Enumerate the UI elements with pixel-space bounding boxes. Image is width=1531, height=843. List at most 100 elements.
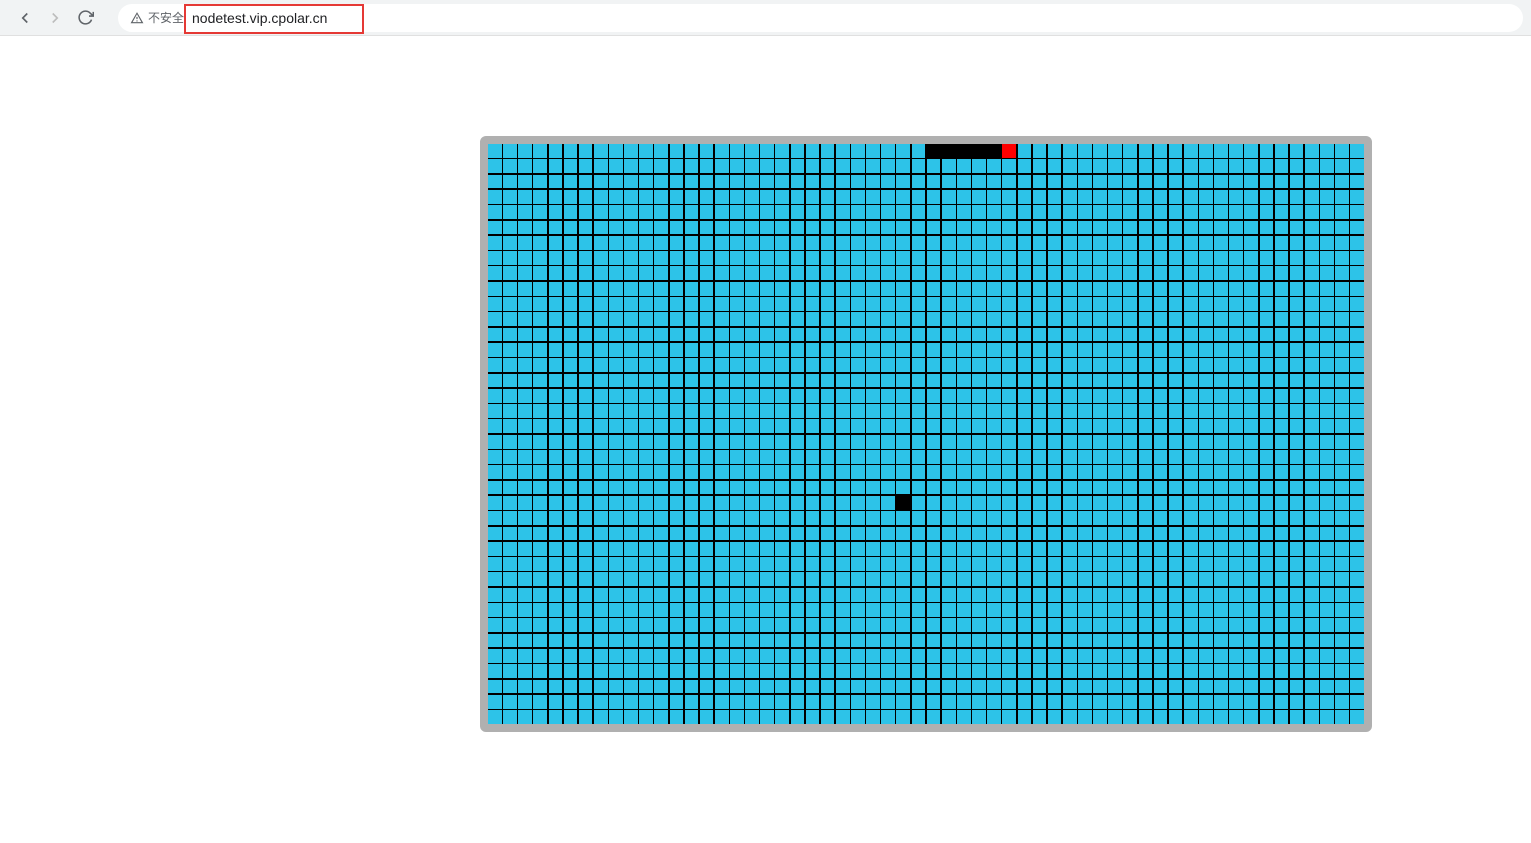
grid-cell xyxy=(760,618,774,632)
grid-cell xyxy=(866,634,880,648)
grid-cell xyxy=(1199,175,1213,189)
grid-cell xyxy=(654,328,668,342)
grid-cell xyxy=(670,710,684,724)
grid-cell xyxy=(775,205,789,219)
grid-cell xyxy=(1093,205,1107,219)
grid-cell xyxy=(1078,343,1092,357)
grid-cell xyxy=(518,603,532,617)
snake-game-board[interactable] xyxy=(480,136,1372,732)
grid-cell xyxy=(760,419,774,433)
grid-cell xyxy=(1214,404,1228,418)
grid-cell xyxy=(1018,664,1032,678)
grid-cell xyxy=(791,328,805,342)
grid-cell xyxy=(1290,557,1304,571)
grid-cell xyxy=(1169,312,1183,326)
grid-cell xyxy=(1229,389,1243,403)
grid-cell xyxy=(1154,328,1168,342)
grid-cell xyxy=(609,144,623,158)
security-indicator[interactable]: 不安全 xyxy=(130,9,184,26)
grid-cell xyxy=(564,542,578,556)
grid-cell xyxy=(1093,465,1107,479)
grid-cell xyxy=(564,328,578,342)
grid-cell xyxy=(1290,358,1304,372)
grid-cell xyxy=(533,680,547,694)
grid-cell xyxy=(503,511,517,525)
grid-cell xyxy=(1063,695,1077,709)
grid-cell xyxy=(1169,236,1183,250)
grid-cell xyxy=(594,297,608,311)
back-button[interactable] xyxy=(16,9,34,27)
grid-cell xyxy=(1123,190,1137,204)
grid-cell xyxy=(518,282,532,296)
grid-cell xyxy=(1229,465,1243,479)
grid-cell xyxy=(1275,251,1289,265)
grid-cell xyxy=(685,358,699,372)
grid-cell xyxy=(1002,358,1016,372)
grid-cell xyxy=(896,297,910,311)
snake-body xyxy=(942,144,956,158)
grid-cell xyxy=(1350,389,1364,403)
grid-cell xyxy=(639,266,653,280)
grid-cell xyxy=(972,435,986,449)
grid-cell xyxy=(881,649,895,663)
grid-cell xyxy=(942,221,956,235)
grid-cell xyxy=(1244,710,1258,724)
grid-cell xyxy=(1260,374,1274,388)
grid-cell xyxy=(594,221,608,235)
grid-cell xyxy=(1123,159,1137,173)
grid-cell xyxy=(1002,634,1016,648)
grid-cell xyxy=(881,205,895,219)
grid-cell xyxy=(1335,297,1349,311)
grid-cell xyxy=(866,511,880,525)
grid-cell xyxy=(745,496,759,510)
grid-cell xyxy=(896,634,910,648)
grid-cell xyxy=(1169,511,1183,525)
grid-cell xyxy=(896,664,910,678)
grid-cell xyxy=(1033,634,1047,648)
grid-cell xyxy=(791,404,805,418)
grid-cell xyxy=(1350,588,1364,602)
grid-cell xyxy=(1290,343,1304,357)
grid-cell xyxy=(806,358,820,372)
grid-cell xyxy=(700,175,714,189)
grid-cell xyxy=(806,588,820,602)
grid-cell xyxy=(670,481,684,495)
grid-cell xyxy=(1335,343,1349,357)
grid-cell xyxy=(912,282,926,296)
grid-cell xyxy=(836,649,850,663)
reload-button[interactable] xyxy=(76,9,94,27)
grid-cell xyxy=(533,511,547,525)
grid-cell xyxy=(1229,266,1243,280)
grid-cell xyxy=(760,511,774,525)
grid-cell xyxy=(1093,159,1107,173)
grid-cell xyxy=(1002,236,1016,250)
grid-cell xyxy=(866,205,880,219)
grid-cell xyxy=(821,266,835,280)
grid-cell xyxy=(1169,282,1183,296)
grid-cell xyxy=(488,481,502,495)
grid-cell xyxy=(1320,144,1334,158)
grid-cell xyxy=(700,435,714,449)
grid-cell xyxy=(1214,358,1228,372)
grid-cell xyxy=(579,481,593,495)
grid-cell xyxy=(1002,221,1016,235)
grid-cell xyxy=(912,511,926,525)
grid-cell xyxy=(1290,251,1304,265)
grid-cell xyxy=(1033,144,1047,158)
grid-cell xyxy=(821,527,835,541)
address-bar[interactable]: 不安全 nodetest.vip.cpolar.cn xyxy=(118,4,1523,32)
grid-cell xyxy=(1018,481,1032,495)
grid-cell xyxy=(594,236,608,250)
grid-cell xyxy=(1229,664,1243,678)
grid-cell xyxy=(1290,221,1304,235)
grid-cell xyxy=(1139,221,1153,235)
grid-cell xyxy=(1244,312,1258,326)
forward-button[interactable] xyxy=(46,9,64,27)
grid-cell xyxy=(1123,419,1137,433)
grid-cell xyxy=(836,236,850,250)
grid-cell xyxy=(609,511,623,525)
grid-cell xyxy=(1335,572,1349,586)
grid-cell xyxy=(1214,221,1228,235)
grid-cell xyxy=(1139,175,1153,189)
grid-cell xyxy=(791,374,805,388)
